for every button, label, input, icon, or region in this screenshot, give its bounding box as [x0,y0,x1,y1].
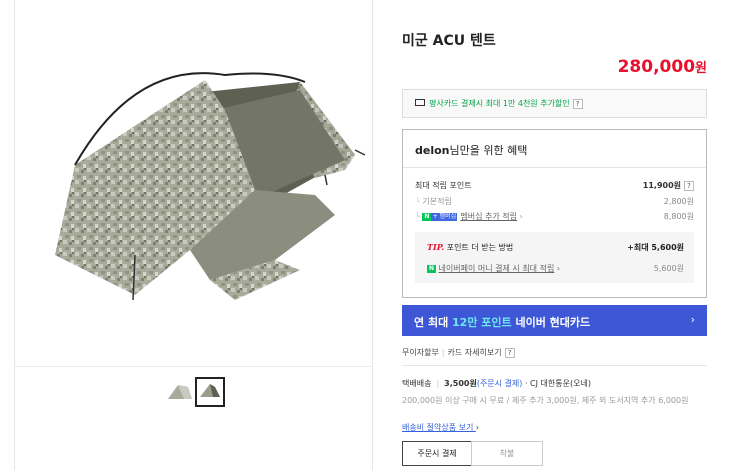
tab-cod[interactable]: 착불 [471,441,543,466]
card-help-icon[interactable]: ? [504,348,515,358]
naverpay-points-value: 5,600원 [653,264,684,273]
max-points-label: 최대 적립 포인트 [415,181,472,190]
divider [403,167,706,168]
membership-plus-badge: + 멤버십 [431,212,458,221]
naverpay-points-link[interactable]: 네이버페이 머니 결제 시 최대 적립 [439,264,555,273]
basic-points-label: 기본적립 [422,197,452,206]
chevron-right-icon: › [475,423,480,432]
basic-points-row: └ 기본적립 2,800원 [415,197,694,206]
banner-text-pre: 연 최대 [414,316,453,329]
tip-box: TIP. 포인트 더 받는 방법 +최대 5,600원 N 네이버페이 머니 결… [415,232,694,283]
product-price: 280,000원 [618,57,707,77]
banner-text-post: 네이버 현대카드 [511,316,591,329]
installment-label: 무이자할부 [402,348,439,357]
points-help-icon[interactable]: ? [684,181,694,191]
card-detail-link[interactable]: 카드 자세히보기 [448,348,502,357]
chevron-right-icon: › [556,264,561,273]
shipping-fee: 3,500원 [444,379,477,388]
tip-value: +최대 5,600원 [627,243,684,252]
chevron-right-icon: › [690,313,695,326]
tent-image [55,72,366,301]
price-amount: 280,000 [617,57,696,77]
tent-thumb-icon [200,384,220,397]
benefit-title: delon님만을 위한 혜택 [415,142,527,158]
shipping-label: 택배배송 [402,379,432,388]
product-title: 미군 ACU 텐트 [402,33,496,49]
shipping-saver-link[interactable]: 배송비 절약상품 보기 › [402,422,479,433]
benefit-user: delon [415,144,450,157]
membership-points-link[interactable]: 멤버십 추가 적립 [460,212,517,221]
thumbnail-2[interactable] [195,377,225,407]
credit-card-icon [415,99,425,106]
tip-title: TIP. 포인트 더 받는 방법 [427,242,513,253]
naverpay-points-row[interactable]: N 네이버페이 머니 결제 시 최대 적립 › 5,600원 [427,263,684,274]
chevron-right-icon: › [519,212,523,221]
naver-n-icon: N [422,212,432,221]
card-promo-text: 평사카드 결제시 최대 1만 4천원 추가할인 [429,99,570,108]
separator: | [441,348,445,357]
shipping-row: 택배배송 | 3,500원(주문시 결제) · CJ 대한통운(오네) [402,379,591,388]
product-main-image[interactable] [15,0,373,366]
tip-text: 포인트 더 받는 방법 [444,243,514,252]
tab-prepaid[interactable]: 주문시 결제 [402,441,472,466]
thumbnail-strip [15,366,373,470]
shipping-fee-note: (주문시 결제) [476,379,523,388]
tip-mark: TIP. [427,242,445,252]
shipping-note: 200,000원 이상 구매 시 무료 / 제주 추가 3,000원, 제주 외… [402,396,689,405]
card-promo-banner[interactable]: 평사카드 결제시 최대 1만 4천원 추가할인? [402,89,707,118]
max-points-value: 11,900원? [643,180,694,191]
thumbnail-1[interactable] [164,377,194,407]
membership-points-value: 8,800원 [663,212,694,221]
product-gallery [14,0,373,470]
tent-thumb-icon [168,385,192,399]
price-currency: 원 [695,61,707,76]
benefit-box: delon님만을 위한 혜택 최대 적립 포인트 11,900원? └ 기본적립… [402,129,707,298]
membership-points-row[interactable]: └ N + 멤버십 멤버십 추가 적립 › 8,800원 [415,211,694,222]
installment-row: 무이자할부 | 카드 자세히보기? [402,347,515,358]
naver-n-icon: N [427,264,436,273]
banner-highlight: 12만 포인트 [452,316,512,329]
benefit-title-suffix: 님만을 위한 혜택 [449,144,528,157]
hyundai-card-banner[interactable]: 연 최대 12만 포인트 네이버 현대카드 › [402,305,707,336]
shipping-courier: · CJ 대한통운(오네) [524,379,591,388]
divider [402,365,707,366]
basic-points-value: 2,800원 [663,197,694,206]
max-points-row: 최대 적립 포인트 11,900원? [415,180,694,191]
promo-help-icon[interactable]: ? [572,99,583,109]
